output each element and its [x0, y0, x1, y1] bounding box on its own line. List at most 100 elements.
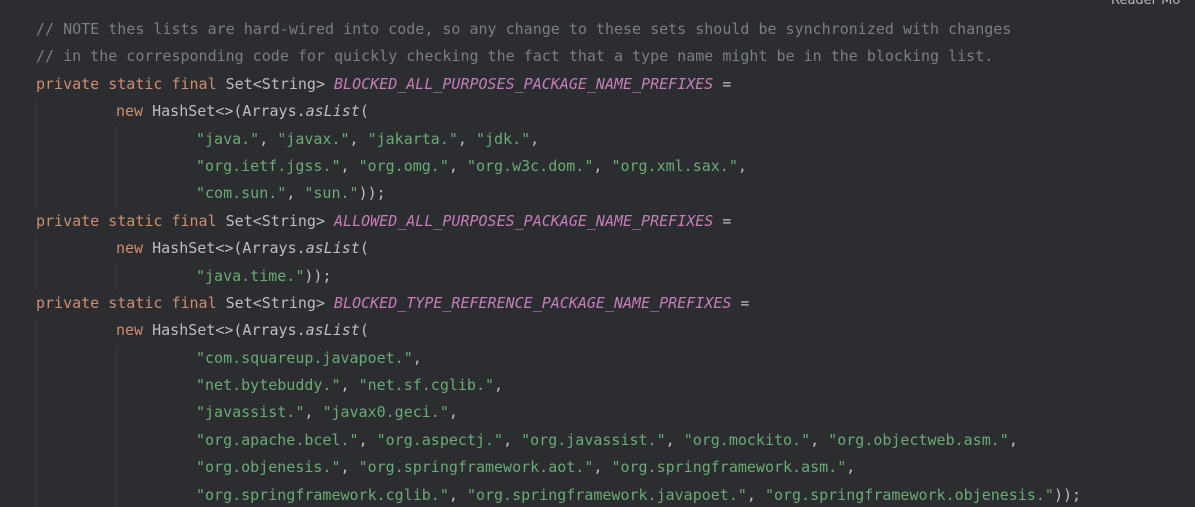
- comma: ,: [448, 485, 467, 504]
- comma: ,: [448, 403, 458, 422]
- code-line: "org.springframework.cglib.", "org.sprin…: [36, 481, 1082, 507]
- closing-parens: ));: [1053, 485, 1082, 504]
- code-line: "org.apache.bcel.", "org.aspectj.", "org…: [36, 426, 1081, 455]
- type-name: Set<String>: [225, 211, 325, 230]
- comma: ,: [358, 430, 377, 449]
- keyword-final: final: [171, 74, 217, 93]
- string-literal: "sun.": [304, 184, 359, 203]
- string-literal: "org.xml.sax.": [611, 156, 738, 175]
- indent-guide: [36, 98, 37, 126]
- indent-guide: [36, 481, 37, 507]
- code-line: // NOTE thes lists are hard-wired into c…: [36, 16, 1081, 43]
- comma: ,: [412, 348, 422, 367]
- code-editor[interactable]: Reader Mo // NOTE thes lists are hard-wi…: [0, 0, 1195, 507]
- string-literal: "org.springframework.objenesis.": [764, 485, 1054, 504]
- keyword-final: final: [171, 211, 217, 230]
- indent-guide: [116, 481, 117, 507]
- indent-guide: [36, 152, 37, 181]
- indent-guide: [116, 426, 117, 455]
- code-block: // NOTE thes lists are hard-wired into c…: [36, 16, 1081, 507]
- string-literal: "org.apache.bcel.": [196, 430, 359, 449]
- comma: ,: [846, 458, 856, 477]
- string-literal: "javassist.": [196, 403, 305, 422]
- paren: (: [359, 321, 369, 340]
- code-line: // in the corresponding code for quickly…: [36, 43, 1081, 70]
- indent-guide: [36, 426, 37, 455]
- comma: ,: [340, 376, 359, 395]
- keyword-final: final: [171, 293, 217, 312]
- code-line: private static final Set<String> ALLOWED…: [36, 208, 1081, 235]
- string-literal: "org.mockito.": [683, 430, 811, 449]
- comma: ,: [494, 376, 504, 395]
- assign-operator: =: [731, 293, 750, 312]
- indent-guide: [116, 180, 117, 208]
- string-literal: "org.springframework.asm.": [611, 458, 847, 477]
- keyword-static: static: [108, 293, 163, 312]
- comma: ,: [503, 430, 522, 449]
- keyword-static: static: [108, 211, 163, 230]
- indent-guide: [116, 344, 117, 373]
- type-name: Set<String>: [225, 293, 325, 312]
- code-line: private static final Set<String> BLOCKED…: [36, 290, 1081, 317]
- paren: (: [359, 102, 369, 121]
- string-literal: "net.bytebuddy.": [196, 376, 341, 395]
- comma: ,: [737, 156, 747, 175]
- reader-mode-button[interactable]: Reader Mo: [1111, 0, 1180, 8]
- indent-guide: [116, 372, 117, 400]
- string-literal: "org.objenesis.": [196, 458, 341, 477]
- indent-guide: [36, 344, 37, 373]
- string-literal: "org.objectweb.asm.": [828, 430, 1009, 449]
- code-line: new HashSet<>(Arrays.asList(: [36, 235, 1081, 263]
- string-literal: "org.omg.": [358, 156, 449, 175]
- indent-guide: [36, 262, 37, 290]
- constructor-call: HashSet<>(Arrays.: [152, 321, 306, 340]
- field-name: BLOCKED_TYPE_REFERENCE_PACKAGE_NAME_PREF…: [334, 293, 732, 312]
- code-line: "java.time."));: [36, 262, 1081, 290]
- keyword-new: new: [116, 239, 144, 258]
- string-literal: "org.javassist.": [521, 430, 666, 449]
- string-literal: "com.squareup.javapoet.": [196, 348, 413, 367]
- keyword-new: new: [116, 321, 144, 340]
- string-literal: "org.springframework.cglib.": [196, 485, 449, 504]
- string-literal: "org.aspectj.": [376, 430, 504, 449]
- string-literal: "net.sf.cglib.": [358, 376, 495, 395]
- comma: ,: [810, 430, 829, 449]
- type-name: Set<String>: [225, 74, 325, 93]
- string-literal: "javax0.geci.": [322, 403, 449, 422]
- code-comment: // in the corresponding code for quickly…: [36, 47, 994, 66]
- comma: ,: [1008, 430, 1018, 449]
- string-literal: "jdk.": [475, 129, 531, 148]
- string-literal: "org.w3c.dom.": [466, 156, 594, 175]
- field-name: ALLOWED_ALL_PURPOSES_PACKAGE_NAME_PREFIX…: [334, 211, 714, 230]
- string-literal: "jakarta.": [367, 129, 458, 148]
- comma: ,: [530, 129, 540, 148]
- comma: ,: [457, 129, 476, 148]
- paren: (: [359, 239, 369, 258]
- comma: ,: [304, 403, 323, 422]
- code-line: "com.squareup.javapoet.",: [36, 344, 1081, 373]
- string-literal: "org.springframework.javapoet.": [466, 485, 747, 504]
- keyword-private: private: [36, 211, 100, 230]
- indent-guide: [36, 235, 37, 263]
- comma: ,: [448, 156, 467, 175]
- closing-parens: ));: [358, 184, 386, 203]
- closing-parens: ));: [304, 266, 332, 285]
- keyword-private: private: [36, 74, 100, 93]
- indent-guide: [36, 399, 37, 427]
- string-literal: "java.": [196, 129, 260, 148]
- indent-guide: [36, 454, 37, 482]
- keyword-static: static: [108, 74, 163, 93]
- comma: ,: [593, 458, 612, 477]
- method-name: asList: [305, 239, 360, 258]
- indent-guide: [116, 125, 117, 153]
- indent-guide: [36, 125, 37, 153]
